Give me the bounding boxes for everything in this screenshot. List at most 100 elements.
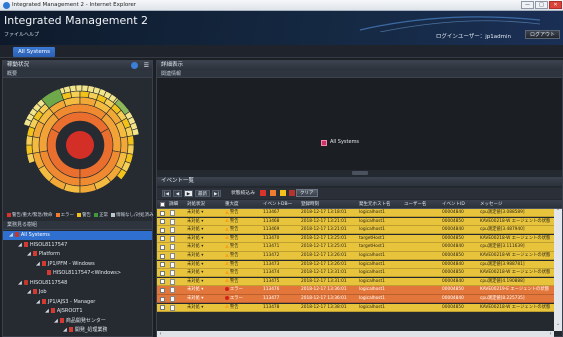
menu-help[interactable]: ヘルプ xyxy=(24,31,39,38)
expand-triangle-icon[interactable]: ◢ xyxy=(36,298,40,307)
view-toggle-icon[interactable] xyxy=(131,62,138,69)
event-row[interactable]: 未対処 ▾ 警告 113467 2018-12-17 13:18:01 logicalh… xyxy=(157,209,554,218)
event-row[interactable]: 未対処 ▾ 警告 113474 2018-12-17 13:31:01 logicalh… xyxy=(157,269,554,278)
col-source-host[interactable]: 発生元ホスト名 xyxy=(359,200,403,209)
event-row[interactable]: 未対処 ▾ 警告 113468 2018-12-17 13:21:01 logicalh… xyxy=(157,217,554,226)
row-checkbox[interactable] xyxy=(160,270,165,276)
detail-document-icon[interactable] xyxy=(170,270,175,277)
chevron-down-icon[interactable]: ▾ xyxy=(200,262,203,267)
sunburst-segment[interactable] xyxy=(79,90,90,99)
expand-triangle-icon[interactable]: ◢ xyxy=(54,317,58,326)
tree-node[interactable]: ◢ JP1/PFM - Windows xyxy=(3,260,152,269)
detail-document-icon[interactable] xyxy=(170,278,175,285)
prev-page-button[interactable]: ◀ xyxy=(173,190,182,197)
first-page-button[interactable]: |◀ xyxy=(162,190,171,197)
filter-error-toggle[interactable] xyxy=(270,190,276,196)
col-event-db[interactable]: イベントDB一 xyxy=(263,200,299,209)
refresh-button[interactable]: 最新 xyxy=(195,190,210,197)
node-icon[interactable] xyxy=(321,140,327,146)
filter-other-toggle[interactable] xyxy=(289,190,295,196)
event-row[interactable]: 未対処 ▾ 警告 113471 2018-12-17 13:25:01 targetHo… xyxy=(157,243,554,252)
detail-document-icon[interactable] xyxy=(170,235,175,242)
row-checkbox[interactable] xyxy=(160,253,165,259)
expand-triangle-icon[interactable]: ◢ xyxy=(27,250,31,259)
chevron-down-icon[interactable]: ▾ xyxy=(200,227,203,232)
detail-document-icon[interactable] xyxy=(170,253,175,259)
event-row[interactable]: 未対処 ▾ エラー 113477 2018-12-17 13:36:01 logical… xyxy=(157,295,554,304)
event-row[interactable]: 未対処 ▾ 警告 113473 2018-12-17 13:26:01 logicalh… xyxy=(157,260,554,269)
expand-triangle-icon[interactable]: ◢ xyxy=(18,279,22,288)
menu-file[interactable]: ファイル xyxy=(4,31,24,38)
sunburst-segment[interactable] xyxy=(126,144,135,155)
col-event-id[interactable]: イベントID xyxy=(442,200,476,209)
col-message[interactable]: メッセージ xyxy=(480,200,540,209)
expand-triangle-icon[interactable]: ◢ xyxy=(27,288,31,297)
event-row[interactable]: 未対処 ▾ 警告 113478 2018-12-17 13:38:01 logicalh… xyxy=(157,303,554,312)
tree-node[interactable]: ◢ HISOL8117547 xyxy=(3,241,152,250)
expand-triangle-icon[interactable]: ◢ xyxy=(36,260,40,269)
row-checkbox[interactable] xyxy=(160,236,165,242)
tree-node[interactable]: ◢ All Systems xyxy=(3,231,152,240)
splitter-handle[interactable] xyxy=(352,171,368,175)
sunburst-segment[interactable] xyxy=(126,135,135,146)
event-row[interactable]: 未対処 ▾ 警告 113472 2018-12-17 13:26:01 logicalh… xyxy=(157,252,554,261)
vertical-scrollbar[interactable]: ˄ ˅ xyxy=(554,209,562,331)
event-row[interactable]: 未対処 ▾ 警告 113470 2018-12-17 13:25:01 targetHo… xyxy=(157,234,554,244)
sunburst-segment[interactable] xyxy=(75,84,83,92)
select-all-checkbox[interactable] xyxy=(160,202,165,207)
chevron-down-icon[interactable]: ▾ xyxy=(200,253,203,258)
tree-node[interactable]: ◢ 商品開発センター xyxy=(3,317,152,326)
sunburst-segment[interactable] xyxy=(120,136,129,154)
tree-node[interactable]: ◢ 開発_処理業務 xyxy=(3,326,152,335)
chevron-down-icon[interactable]: ▾ xyxy=(200,244,203,249)
row-checkbox[interactable] xyxy=(160,287,165,293)
clear-filter-button[interactable]: クリア xyxy=(296,189,318,197)
filter-warning-toggle[interactable] xyxy=(280,190,286,196)
chevron-down-icon[interactable]: ▾ xyxy=(200,279,203,284)
tab-all-systems[interactable]: All Systems xyxy=(13,47,55,57)
chevron-down-icon[interactable]: ▾ xyxy=(200,296,203,301)
sunburst-segment[interactable] xyxy=(25,135,34,146)
sunburst-segment[interactable] xyxy=(131,128,140,136)
tree-node[interactable]: ◢ HISOL8117548 xyxy=(3,279,152,288)
expand-triangle-icon[interactable]: ◢ xyxy=(63,326,67,335)
sunburst-segment[interactable] xyxy=(25,144,34,155)
event-row[interactable]: 未対処 ▾ 警告 113475 2018-12-17 13:31:01 logicalh… xyxy=(157,277,554,287)
sunburst-segment[interactable] xyxy=(69,84,77,93)
scroll-down-icon[interactable]: ˅ xyxy=(554,324,562,331)
event-row[interactable]: 未対処 ▾ エラー 113476 2018-12-17 13:36:01 logical… xyxy=(157,286,554,295)
row-checkbox[interactable] xyxy=(160,227,165,233)
detail-document-icon[interactable] xyxy=(170,244,175,251)
scroll-right-icon[interactable]: › xyxy=(547,331,554,337)
scroll-left-icon[interactable]: ‹ xyxy=(157,331,164,337)
row-checkbox[interactable] xyxy=(160,244,165,250)
close-button[interactable]: ✕ xyxy=(549,1,562,9)
row-checkbox[interactable] xyxy=(160,262,165,268)
expand-triangle-icon[interactable]: ◢ xyxy=(45,307,49,316)
filter-critical-toggle[interactable] xyxy=(260,190,266,196)
chevron-down-icon[interactable]: ▾ xyxy=(200,305,203,310)
row-checkbox[interactable] xyxy=(160,305,165,311)
sunburst-segment[interactable] xyxy=(70,90,81,99)
col-severity[interactable]: 重大度 xyxy=(225,200,253,209)
maximize-button[interactable]: □ xyxy=(535,1,548,9)
tree-node[interactable]: ◢ JP1/AJS3 - Manager xyxy=(3,298,152,307)
last-page-button[interactable]: ▶| xyxy=(212,190,221,197)
detail-document-icon[interactable] xyxy=(170,210,175,216)
list-view-icon[interactable]: ☰ xyxy=(144,61,149,70)
event-row[interactable]: 未対処 ▾ 警告 113469 2018-12-17 13:21:01 logicalh… xyxy=(157,226,554,235)
row-checkbox[interactable] xyxy=(160,279,165,285)
chevron-down-icon[interactable]: ▾ xyxy=(200,236,203,241)
tree-node[interactable]: ◢ Job xyxy=(3,288,152,297)
row-checkbox[interactable] xyxy=(160,296,165,302)
detail-document-icon[interactable] xyxy=(170,261,175,268)
logout-button[interactable]: ログアウト xyxy=(524,30,560,39)
detail-document-icon[interactable] xyxy=(170,218,175,225)
expand-triangle-icon[interactable]: ◢ xyxy=(9,231,13,240)
sunburst-chart[interactable] xyxy=(17,83,143,207)
next-page-button[interactable]: ▶ xyxy=(184,190,193,197)
scroll-up-icon[interactable]: ˄ xyxy=(554,209,562,216)
tree-node[interactable]: ◢ Platform xyxy=(3,250,152,259)
horizontal-scrollbar[interactable]: ‹ › xyxy=(157,331,554,337)
row-checkbox[interactable] xyxy=(160,210,165,216)
